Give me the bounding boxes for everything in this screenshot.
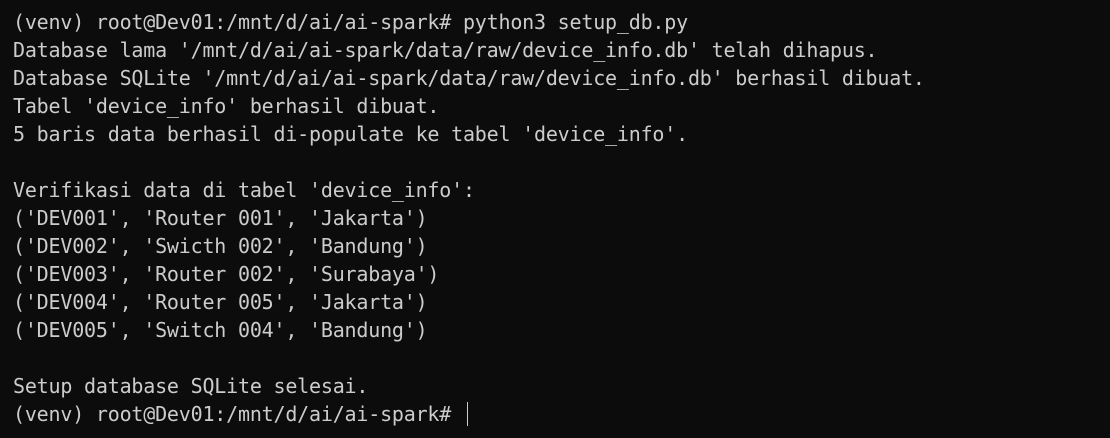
output-line: Database lama '/mnt/d/ai/ai-spark/data/r… [13, 38, 878, 62]
output-row: ('DEV003', 'Router 002', 'Surabaya') [13, 262, 440, 286]
text-cursor [466, 402, 468, 426]
output-line: Database SQLite '/mnt/d/ai/ai-spark/data… [13, 66, 925, 90]
output-line: Tabel 'device_info' berhasil dibuat. [13, 94, 440, 118]
prompt-text: (venv) root@Dev01:/mnt/d/ai/ai-spark# [13, 402, 463, 426]
command-line: (venv) root@Dev01:/mnt/d/ai/ai-spark# py… [13, 10, 688, 34]
output-row: ('DEV001', 'Router 001', 'Jakarta') [13, 206, 428, 230]
output-line-blank [13, 344, 1110, 372]
output-row: ('DEV005', 'Switch 004', 'Bandung') [13, 318, 428, 342]
output-row: ('DEV002', 'Swicth 002', 'Bandung') [13, 234, 428, 258]
output-row: ('DEV004', 'Router 005', 'Jakarta') [13, 290, 428, 314]
output-line: Setup database SQLite selesai. [13, 374, 369, 398]
prompt-line[interactable]: (venv) root@Dev01:/mnt/d/ai/ai-spark# [13, 400, 1110, 428]
output-line: 5 baris data berhasil di-populate ke tab… [13, 122, 688, 146]
terminal-window[interactable]: (venv) root@Dev01:/mnt/d/ai/ai-spark# py… [0, 0, 1110, 438]
output-line: Verifikasi data di tabel 'device_info': [13, 178, 475, 202]
output-line-blank [13, 148, 1110, 176]
